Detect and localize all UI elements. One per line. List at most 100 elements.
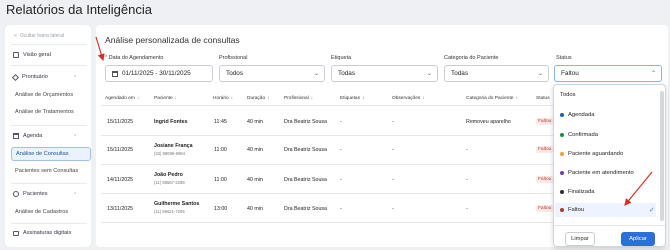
row-4-patient[interactable]: Guilherme Santos	[154, 201, 199, 207]
tag-filter-label: Etiqueta	[331, 55, 352, 61]
row-4-tags: -	[340, 206, 342, 212]
column-header-category[interactable]: Categoria do Paciente ↓	[466, 96, 518, 101]
column-header-scheduled[interactable]: Agendado em ↓	[105, 96, 139, 101]
user-icon	[13, 191, 19, 197]
column-header-patient[interactable]: Paciente ↓	[154, 96, 177, 101]
check-icon: ✓	[649, 207, 655, 214]
divider	[11, 125, 87, 126]
divider	[11, 44, 87, 45]
row-4-time: 13:00	[214, 206, 228, 212]
sidebar-item-overview[interactable]: Visão geral	[13, 52, 51, 58]
column-header-status[interactable]: Status	[536, 96, 550, 101]
category-filter-label: Categoria do Paciente	[444, 55, 499, 61]
row-4-phone: (11) 96621-7206	[154, 209, 185, 214]
status-dot-icon	[560, 171, 564, 175]
calendar-icon	[13, 133, 19, 139]
sidebar-section-patients[interactable]: Pacientes	[13, 191, 48, 197]
row-3-tags: -	[340, 177, 342, 183]
column-header-time[interactable]: Horário ↓	[213, 96, 233, 101]
date-range-input[interactable]: 01/11/2025 - 30/11/2025	[105, 65, 213, 82]
sort-arrow-icon: ↓	[174, 96, 178, 101]
collapse-sidebar-button[interactable]: « Ocultar barra lateral	[14, 33, 64, 39]
sidebar-section-prontuario[interactable]: Prontuário	[11, 73, 48, 81]
sort-arrow-icon: ↓	[515, 96, 518, 101]
row-4-date: 13/11/2025	[107, 206, 134, 212]
row-2-tags: -	[340, 147, 342, 153]
chevron-up-icon[interactable]: ⌃	[73, 75, 77, 81]
page-title: Relatórios da Inteligência	[6, 2, 152, 17]
grid-icon	[13, 52, 19, 58]
status-badge: Faltou	[536, 118, 554, 125]
double-chevron-left-icon: «	[14, 33, 17, 39]
sidebar-section-agenda[interactable]: Agenda	[13, 133, 42, 139]
category-select[interactable]: Todas ⌄	[444, 65, 549, 82]
status-badge: Faltou	[536, 205, 554, 212]
status-dot-icon	[560, 113, 564, 117]
sidebar-item-patients-without-appointments[interactable]: Pacientes sem Consultas	[15, 168, 78, 174]
apply-button[interactable]: Aplicar	[621, 232, 655, 246]
section-title: Análise personalizada de consultas	[105, 35, 240, 45]
status-option-finished[interactable]: Finalizada	[560, 189, 594, 195]
divider	[11, 65, 87, 66]
column-header-tags[interactable]: Etiquetas ↓	[340, 96, 364, 101]
status-dot-icon	[560, 208, 564, 212]
chevron-down-icon: ⌄	[313, 71, 319, 77]
row-2-time: 11:00	[214, 147, 227, 153]
chevron-down-icon: ⌄	[426, 71, 432, 77]
row-4-notes: -	[392, 206, 394, 212]
clear-button[interactable]: Limpar	[565, 232, 595, 246]
sort-arrow-icon: ↓	[310, 96, 314, 101]
status-option-all[interactable]: Todos	[560, 92, 575, 98]
sort-arrow-icon: ↓	[136, 96, 140, 101]
status-option-in-service[interactable]: Paciente em atendimento	[560, 170, 634, 176]
row-2-category: -	[466, 147, 468, 153]
status-option-missed[interactable]: Faltou ✓	[555, 203, 656, 217]
sort-arrow-icon: ↓	[362, 96, 365, 101]
row-4-duration: 40 min	[247, 206, 263, 212]
sidebar-item-registration-analysis[interactable]: Análise de Cadastros	[15, 209, 68, 215]
row-3-patient[interactable]: João Pedro	[154, 172, 183, 178]
sidebar: « Ocultar barra lateral Visão geral Pron…	[5, 25, 91, 247]
row-3-category: -	[466, 177, 468, 183]
status-filter-label: Status	[556, 55, 572, 61]
sort-arrow-icon: ↓	[230, 96, 234, 101]
column-header-duration[interactable]: Duração ↓	[247, 96, 270, 101]
row-2-phone: (32) 98696-5984	[154, 151, 185, 156]
status-badge: Faltou	[536, 176, 554, 183]
status-option-waiting[interactable]: Paciente aguardando	[560, 151, 623, 157]
row-3-date: 14/11/2025	[107, 177, 134, 183]
status-dot-icon	[560, 190, 564, 194]
status-dropdown-menu: Todos Agendada Confirmada Paciente aguar…	[553, 84, 666, 247]
row-3-phone: (11) 98567-2288	[154, 180, 185, 185]
scrollbar[interactable]	[660, 91, 664, 221]
sidebar-item-appointment-analysis[interactable]: Análise de Consultas	[11, 147, 91, 161]
card-icon	[13, 230, 19, 236]
row-1-duration: 40 min	[247, 119, 263, 125]
row-2-patient[interactable]: Josiane França	[154, 143, 193, 149]
row-3-professional: Dra Beatriz Sousa	[284, 177, 327, 183]
row-3-notes: -	[392, 177, 394, 183]
status-badge: Faltou	[536, 146, 554, 153]
row-1-patient[interactable]: Ingrid Fontes	[154, 119, 188, 125]
tag-select[interactable]: Todas ⌄	[331, 65, 438, 82]
sidebar-item-budget-analysis[interactable]: Análise de Orçamentos	[15, 92, 73, 98]
column-header-professional[interactable]: Profissional ↓	[284, 96, 313, 101]
professional-select[interactable]: Todos ⌄	[219, 65, 325, 82]
row-1-time: 11:45	[214, 119, 227, 125]
sidebar-item-digital-signatures[interactable]: Assinaturas digitais	[13, 230, 71, 236]
status-select[interactable]: Faltou ⌃	[554, 65, 662, 82]
row-1-notes: -	[392, 119, 394, 125]
row-3-time: 11:00	[214, 177, 227, 183]
status-option-scheduled[interactable]: Agendada	[560, 112, 594, 118]
divider	[554, 225, 665, 226]
row-4-professional: Dra Beatriz Sousa	[284, 206, 327, 212]
sort-arrow-icon: ↓	[267, 96, 270, 101]
date-filter-label: * Data do Agendamento	[105, 55, 164, 61]
sidebar-item-treatment-analysis[interactable]: Análise de Tratamentos	[15, 109, 74, 115]
professional-filter-label: Profissional	[219, 55, 248, 61]
chevron-up-icon[interactable]: ⌃	[73, 192, 77, 198]
status-option-confirmed[interactable]: Confirmada	[560, 132, 598, 138]
chevron-up-icon[interactable]: ⌃	[73, 134, 77, 140]
sort-arrow-icon: ↓	[422, 96, 425, 101]
column-header-notes[interactable]: Observações ↓	[392, 96, 425, 101]
